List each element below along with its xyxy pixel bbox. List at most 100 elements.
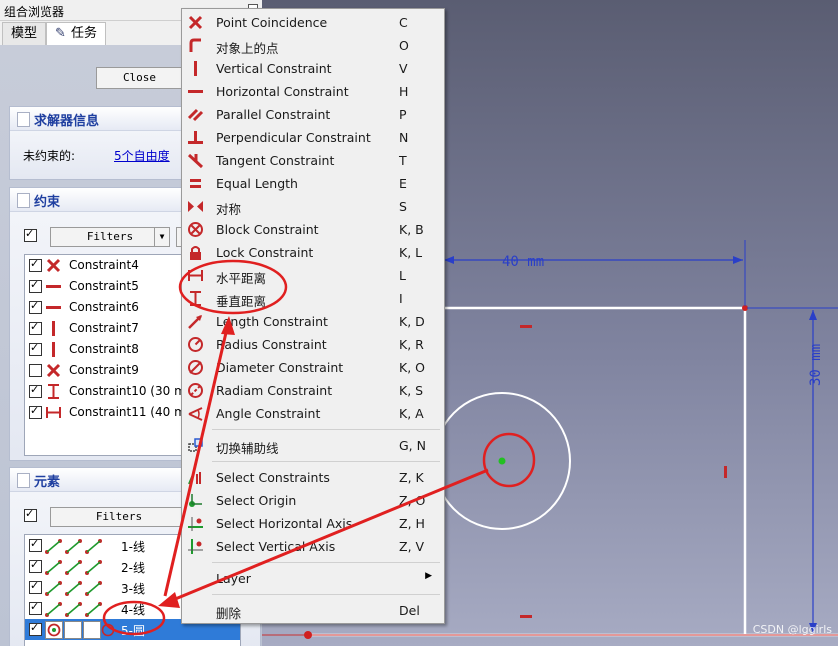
menu-item-delete[interactable]: 删除 Del [182, 599, 444, 622]
menu-item-block-constraint[interactable]: Block Constraint K, B [182, 218, 444, 241]
length-constraint-icon [187, 313, 204, 330]
menu-item-shortcut: K, S [399, 383, 424, 398]
parallel-constraint-icon [187, 106, 204, 123]
menu-item-select-origin[interactable]: Select Origin Z, O [182, 489, 444, 512]
menu-item-label: Block Constraint [216, 222, 319, 237]
vertical-constraint-icon [187, 60, 204, 77]
menu-item-vertical-distance[interactable]: 垂直距离 I [182, 287, 444, 310]
menu-item-label: Lock Constraint [216, 245, 314, 260]
menu-item-point-on-object[interactable]: 对象上的点 O [182, 34, 444, 57]
elements-select-all-checkbox[interactable] [24, 507, 37, 522]
horizontal-distance-icon [187, 267, 204, 284]
tab-model[interactable]: 模型 [2, 22, 47, 45]
element-checkbox[interactable] [29, 600, 42, 615]
menu-item-label: Select Constraints [216, 470, 330, 485]
circle-element-icon [45, 621, 117, 639]
menu-item-label: 切换辅助线 [216, 441, 279, 456]
symmetric-icon [187, 198, 204, 215]
combo-view-title: 组合浏览器 [4, 5, 65, 19]
constraints-select-all-checkbox[interactable] [24, 227, 37, 242]
dimension-30mm-label[interactable]: 30 mm [808, 344, 824, 386]
constraint-label: Constraint4 [69, 258, 139, 272]
constraint-checkbox[interactable] [29, 320, 42, 335]
menu-item-horizontal-distance[interactable]: 水平距离 L [182, 264, 444, 287]
menu-item-layer[interactable]: Layer ▶ [182, 567, 444, 590]
menu-item-select-h-axis[interactable]: Select Horizontal Axis Z, H [182, 512, 444, 535]
element-checkbox[interactable] [29, 558, 42, 573]
perpendicular-constraint-icon [187, 129, 204, 146]
diameter-constraint-icon [187, 359, 204, 376]
menu-item-label: Point Coincidence [216, 15, 328, 30]
menu-item-parallel-constraint[interactable]: Parallel Constraint P [182, 103, 444, 126]
horizontal-constraint-icon [45, 278, 63, 296]
menu-item-label: Vertical Constraint [216, 61, 332, 76]
circle-center-point[interactable] [498, 457, 506, 465]
constraint-checkbox[interactable] [29, 383, 42, 398]
tab-task[interactable]: ✎ 任务 [46, 22, 107, 45]
menu-item-radius-constraint[interactable]: Radius Constraint K, R [182, 333, 444, 356]
lock-icon [187, 244, 204, 261]
element-checkbox[interactable] [29, 537, 42, 552]
menu-item-shortcut: G, N [399, 438, 426, 453]
select-origin-icon [187, 492, 204, 509]
close-button[interactable]: Close [96, 67, 183, 89]
menu-item-shortcut: Z, H [399, 516, 425, 531]
menu-item-label: 水平距离 [216, 271, 267, 286]
menu-item-symmetric[interactable]: 对称 S [182, 195, 444, 218]
dimension-arrow [733, 256, 743, 264]
vertical-constraint-icon [45, 320, 63, 338]
menu-separator [212, 594, 440, 595]
menu-item-select-v-axis[interactable]: Select Vertical Axis Z, V [182, 535, 444, 558]
menu-item-toggle-construction[interactable]: 切换辅助线 G, N [182, 434, 444, 457]
panel-doc-icon [17, 112, 30, 127]
line-element-icon [45, 558, 117, 576]
select-constraints-icon [187, 469, 204, 486]
constraint-checkbox[interactable] [29, 341, 42, 356]
menu-item-angle-constraint[interactable]: Angle Constraint K, A [182, 402, 444, 425]
menu-item-vertical-constraint[interactable]: Vertical Constraint V [182, 57, 444, 80]
menu-item-horizontal-constraint[interactable]: Horizontal Constraint H [182, 80, 444, 103]
menu-item-lock[interactable]: Lock Constraint K, L [182, 241, 444, 264]
dimension-40mm-label[interactable]: 40 mm [502, 254, 544, 270]
menu-item-tangent-constraint[interactable]: Tangent Constraint T [182, 149, 444, 172]
horizontal-constraint-marker [520, 325, 532, 328]
line-element-icon [45, 600, 117, 618]
element-checkbox[interactable] [29, 621, 42, 636]
menu-item-shortcut: Z, O [399, 493, 426, 508]
element-checkbox[interactable] [29, 579, 42, 594]
menu-item-length-constraint[interactable]: Length Constraint K, D [182, 310, 444, 333]
menu-item-label: Tangent Constraint [216, 153, 335, 168]
menu-item-shortcut: S [399, 199, 407, 214]
point-coincidence-icon [45, 362, 63, 380]
select-v-axis-icon [187, 538, 204, 555]
menu-item-point-coincidence[interactable]: Point Coincidence C [182, 11, 444, 34]
menu-item-shortcut: T [399, 153, 407, 168]
pencil-icon: ✎ [55, 26, 66, 41]
corner-point[interactable] [304, 631, 312, 639]
element-label: 2-线 [121, 561, 145, 575]
menu-separator [212, 429, 440, 430]
menu-separator [212, 562, 440, 563]
dof-link[interactable]: 5个自由度 [114, 147, 170, 164]
line-element-icon [45, 537, 117, 555]
menu-item-select-constraints[interactable]: Select Constraints Z, K [182, 466, 444, 489]
constraint-checkbox[interactable] [29, 404, 42, 419]
constraint-checkbox[interactable] [29, 257, 42, 272]
equal-length-icon [187, 175, 204, 192]
menu-item-shortcut: P [399, 107, 407, 122]
constraints-filter-dropdown[interactable]: Filters ▼ [50, 227, 170, 247]
menu-item-perpendicular-constraint[interactable]: Perpendicular Constraint N [182, 126, 444, 149]
menu-item-diameter-constraint[interactable]: Diameter Constraint K, O [182, 356, 444, 379]
constraint-checkbox[interactable] [29, 299, 42, 314]
radius-constraint-icon [187, 336, 204, 353]
elements-filter-dropdown[interactable]: Filters [50, 507, 188, 527]
menu-item-equal-length[interactable]: Equal Length E [182, 172, 444, 195]
menu-item-shortcut: O [399, 38, 409, 53]
constraint-checkbox[interactable] [29, 278, 42, 293]
constraint-checkbox[interactable] [29, 364, 42, 377]
element-label: 3-线 [121, 582, 145, 596]
menu-item-radiam-constraint[interactable]: Radiam Constraint K, S [182, 379, 444, 402]
elements-title: 元素 [34, 475, 61, 490]
sketch-context-menu: Point Coincidence C 对象上的点 O Vertical Constra… [181, 8, 445, 624]
menu-item-label: Length Constraint [216, 314, 328, 329]
